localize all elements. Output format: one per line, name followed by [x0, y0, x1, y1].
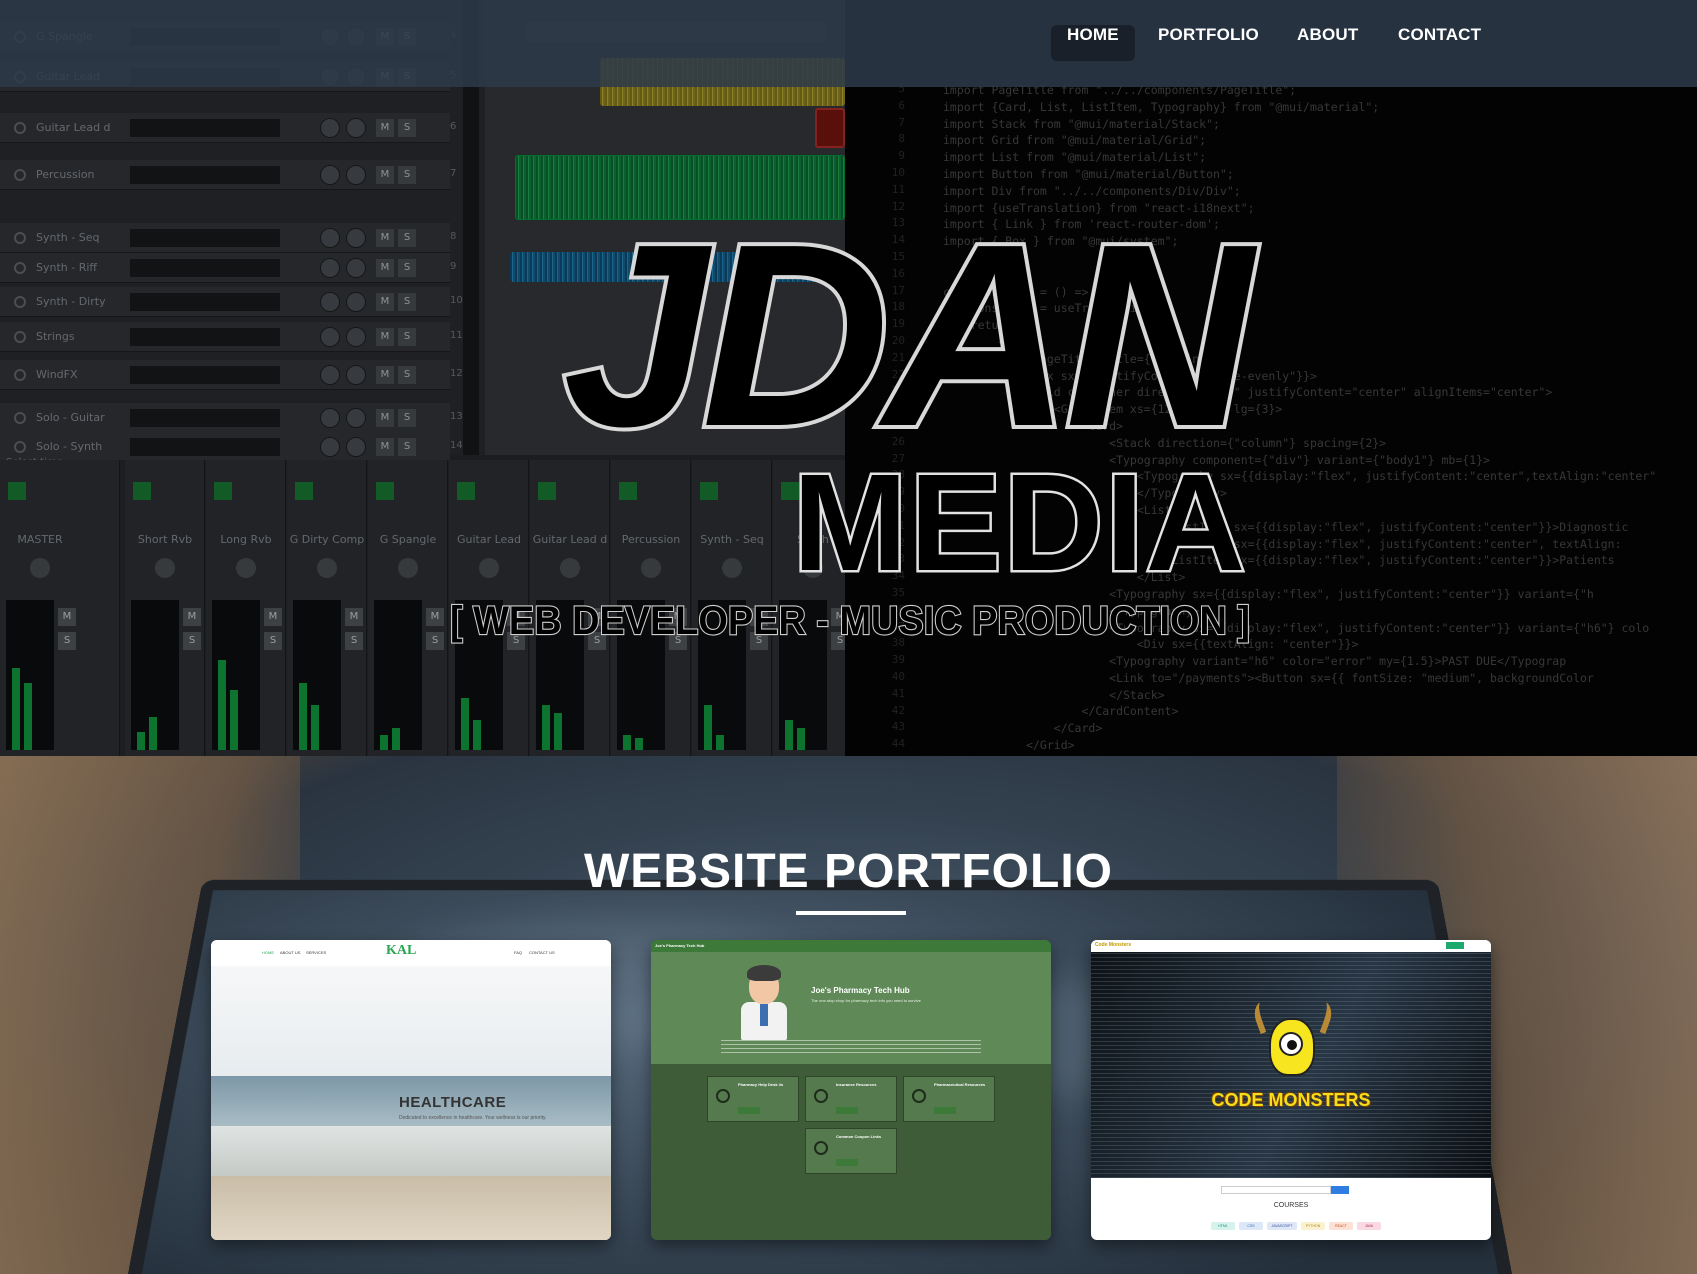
portfolio-section: WEBSITE PORTFOLIO HOME ABOUT US SERVICES…	[0, 756, 1697, 1274]
tile-button	[836, 1107, 858, 1114]
title-underline	[796, 911, 906, 915]
hero-tagline: [ WEB DEVELOPER - MUSIC PRODUCTION ]	[440, 590, 1260, 646]
course-chip: JAVASCRIPT	[1267, 1222, 1297, 1230]
tile-button	[738, 1107, 760, 1114]
site-nav-link: HOME	[262, 950, 274, 955]
pharmacist-tie	[760, 1004, 768, 1026]
hero-tagline-text: [ WEB DEVELOPER - MUSIC PRODUCTION ]	[450, 599, 1250, 643]
nav-about[interactable]: ABOUT	[1281, 25, 1374, 61]
site-nav-link: ABOUT US	[280, 950, 301, 955]
code-monsters-heading: CODE MONSTERS	[1211, 1090, 1371, 1110]
pill-icon	[912, 1089, 926, 1103]
tile-title: Pharmaceutical Resources	[934, 1082, 986, 1087]
tile-title: Pharmacy Help Desk #s	[738, 1082, 784, 1087]
tile-button	[836, 1159, 858, 1166]
kal-subtext: Dedicated to excellence in healthcare. Y…	[399, 1115, 547, 1121]
tile-title: Insurance Resources	[836, 1082, 877, 1087]
site-nav-link: CONTACT US	[529, 950, 555, 955]
pharmacy-tile: Common Coupon Links	[805, 1128, 897, 1174]
hero-subtitle-svg: MEDIA	[790, 444, 1248, 603]
beach-sand	[211, 1176, 611, 1240]
portfolio-card-code-monsters[interactable]: Code Monsters CODE MONSTERS COURSES HTML…	[1091, 940, 1491, 1240]
site-header	[1091, 940, 1491, 952]
site-nav-link: FAQ	[514, 950, 523, 955]
beach-surf	[211, 1126, 611, 1176]
pharmacy-tile: Pharmaceutical Resources	[903, 1076, 995, 1122]
kal-logo: KAL	[386, 943, 417, 958]
course-chip: HTML	[1211, 1222, 1235, 1230]
courses-label: COURSES	[1273, 1202, 1309, 1209]
site-brand: Code Monsters	[1095, 942, 1132, 948]
site-nav-link: SERVICES	[306, 950, 327, 955]
hero-title-text: JDAN	[563, 191, 1260, 460]
signup-button	[1446, 942, 1464, 949]
site-brand: Joe's Pharmacy Tech Hub	[655, 943, 705, 948]
pharmacy-tile: Pharmacy Help Desk #s	[707, 1076, 799, 1122]
nav-home[interactable]: HOME	[1051, 25, 1135, 61]
pharmacy-tile: Insurance Resources	[805, 1076, 897, 1122]
search-input	[1221, 1186, 1331, 1194]
course-chip: JAVA	[1357, 1222, 1381, 1230]
hero-title: JDAN	[450, 180, 1350, 485]
hero-tagline-svg: [ WEB DEVELOPER - MUSIC PRODUCTION ]	[449, 598, 1251, 644]
hero-subtitle-text: MEDIA	[793, 446, 1248, 590]
portfolio-card-pharmacy[interactable]: Joe's Pharmacy Tech Hub Joe's Pharmacy T…	[651, 940, 1051, 1240]
pharmacy-heading: Joe's Pharmacy Tech Hub	[811, 986, 910, 995]
coupon-icon	[814, 1141, 828, 1155]
pharmacist-hair	[747, 965, 781, 981]
tile-title: Common Coupon Links	[836, 1134, 882, 1139]
site-header	[651, 940, 1051, 952]
kal-heading: HEALTHCARE	[399, 1094, 507, 1111]
portfolio-card-kal[interactable]: HOME ABOUT US SERVICES KAL FAQ CONTACT U…	[211, 940, 611, 1240]
monster-pupil	[1287, 1040, 1297, 1050]
headset-icon	[716, 1089, 730, 1103]
pharmacy-paragraph	[721, 1040, 981, 1054]
hero-section: G SpangleMS4Guitar LeadMS5Guitar Lead dM…	[0, 0, 1697, 756]
portfolio-title: WEBSITE PORTFOLIO	[584, 845, 1113, 898]
search-button	[1331, 1186, 1349, 1194]
tile-button	[934, 1107, 956, 1114]
top-nav: HOME PORTFOLIO ABOUT CONTACT	[0, 0, 1697, 87]
nav-portfolio[interactable]: PORTFOLIO	[1142, 25, 1275, 61]
course-chip: PYTHON	[1301, 1222, 1325, 1230]
course-chip: REACT	[1329, 1222, 1353, 1230]
beach-sky	[211, 966, 611, 1076]
hero-title-svg: JDAN	[559, 187, 1270, 485]
hero-subtitle: MEDIA	[780, 440, 1260, 603]
nav-contact[interactable]: CONTACT	[1382, 25, 1497, 61]
course-chip: CSS	[1239, 1222, 1263, 1230]
pharmacy-subtext: The one-stop shop for pharmacy tech info…	[811, 998, 921, 1003]
card-icon	[814, 1089, 828, 1103]
